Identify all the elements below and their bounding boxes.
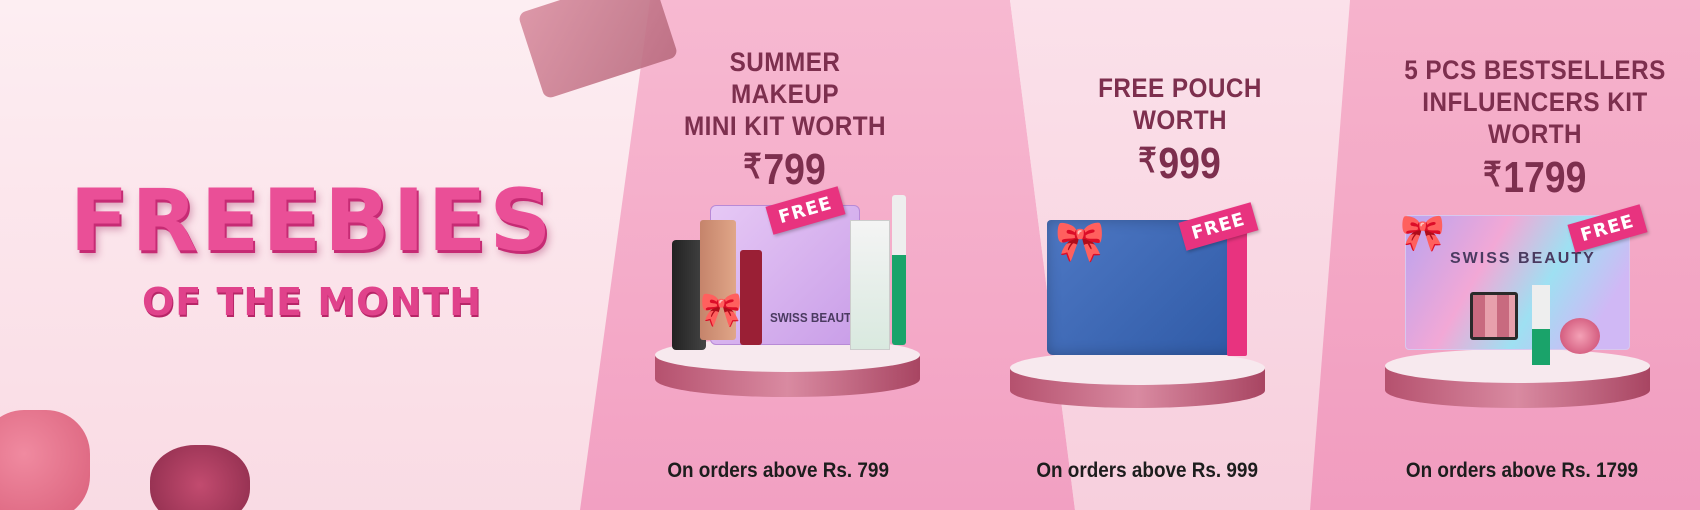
offer-card-2[interactable]: FREE POUCH WORTH ₹999 <box>1035 72 1325 189</box>
offer-1-price: ₹799 <box>744 142 827 195</box>
offer-2-product-image: 🎀 <box>1005 210 1275 408</box>
bow-icon: 🎀 <box>1055 220 1105 264</box>
offer-1-price-value: 799 <box>763 145 827 194</box>
offer-3-title-line2: INFLUENCERS KIT WORTH <box>1422 87 1648 149</box>
pedestal-top <box>1385 349 1650 383</box>
offer-2-price: ₹999 <box>1139 136 1222 189</box>
pouch-brand-label: SWISS BEAUTY <box>1450 250 1596 267</box>
pouch-side <box>1227 228 1247 356</box>
powder-swatch-bottom-left <box>0 410 90 510</box>
offer-2-price-value: 999 <box>1158 139 1222 188</box>
promo-banner[interactable]: FREEBIES OF THE MONTH SUMMER MAKEUP MINI… <box>0 0 1700 510</box>
pouch-brand-label: SWISS BEAUTY <box>769 310 860 325</box>
offer-1-title-line2: MINI KIT WORTH <box>683 111 887 141</box>
headline: FREEBIES OF THE MONTH <box>52 178 572 324</box>
offer-3-note: On orders above Rs. 1799 <box>1405 459 1639 482</box>
offer-3-price: ₹1799 <box>1483 150 1586 203</box>
eyeliner-pen <box>892 195 906 345</box>
compact <box>1560 318 1600 354</box>
offer-card-3[interactable]: 5 PCS BESTSELLERS INFLUENCERS KIT WORTH … <box>1385 54 1685 203</box>
powder-swatch-bottom <box>150 445 250 510</box>
eyeliner-box <box>850 220 890 350</box>
offer-1-note: On orders above Rs. 799 <box>667 459 889 482</box>
lip-tint <box>740 250 762 345</box>
rupee-icon: ₹ <box>1138 142 1158 180</box>
eyeshadow-palette <box>1470 292 1518 340</box>
eyeliner-box <box>1532 285 1550 365</box>
headline-title: FREEBIES <box>69 171 555 271</box>
bow-icon: 🎀 <box>700 291 743 329</box>
offer-3-price-value: 1799 <box>1503 153 1587 202</box>
rupee-icon: ₹ <box>743 148 763 186</box>
offer-card-1[interactable]: SUMMER MAKEUP MINI KIT WORTH ₹799 <box>660 46 910 195</box>
headline-subtitle: OF THE MONTH <box>141 280 483 324</box>
offer-3-title-line1: 5 PCS BESTSELLERS <box>1404 55 1666 85</box>
pedestal-top <box>1010 351 1265 385</box>
offer-1-title-line1: SUMMER MAKEUP <box>729 47 841 109</box>
offer-2-title: FREE POUCH WORTH <box>1098 73 1262 135</box>
rupee-icon: ₹ <box>1483 156 1502 194</box>
offer-2-note: On orders above Rs. 999 <box>1036 459 1258 482</box>
bow-icon: 🎀 <box>1400 212 1445 253</box>
